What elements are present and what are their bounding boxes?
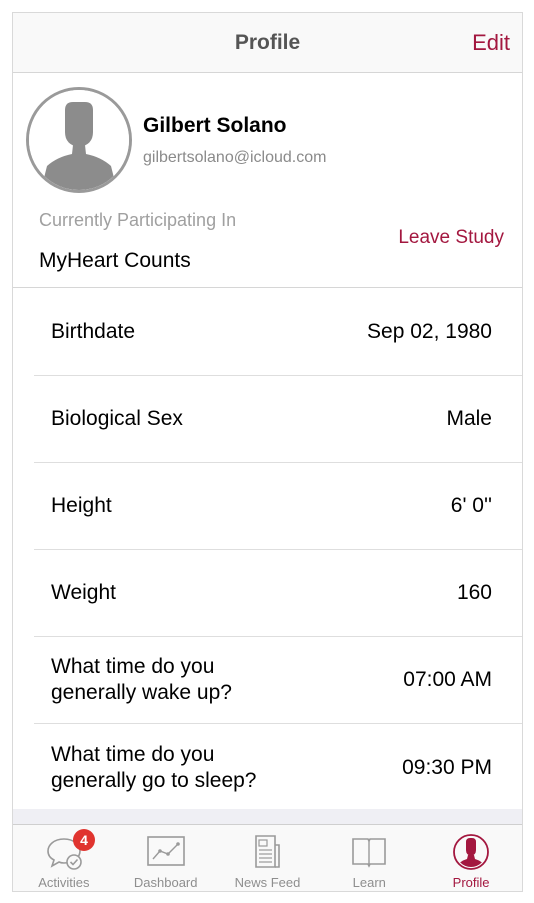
leave-study-button[interactable]: Leave Study [398,227,504,249]
tab-news-feed[interactable]: News Feed [217,825,319,891]
profile-details-list: Birthdate Sep 02, 1980 Biological Sex Ma… [13,289,522,811]
row-value: Sep 02, 1980 [367,320,492,343]
row-weight[interactable]: Weight 160 [34,550,522,637]
learn-icon [349,833,389,871]
row-sleep-time[interactable]: What time do you generally go to sleep? … [34,724,522,811]
avatar[interactable] [26,87,132,193]
row-label: Height [51,494,112,517]
study-name: MyHeart Counts [39,249,191,272]
row-height[interactable]: Height 6' 0'' [34,463,522,550]
tab-label: Dashboard [133,875,198,890]
tab-label: Activities [38,875,90,890]
row-birthdate[interactable]: Birthdate Sep 02, 1980 [34,289,522,376]
row-label-line: What time do you [51,655,215,678]
user-name: Gilbert Solano [143,114,287,137]
tab-label: Learn [352,875,386,890]
row-value: 160 [456,581,492,604]
tab-bar: 4 Activities Dashboard News Feed Learn P… [13,824,522,891]
tab-learn[interactable]: Learn [318,825,420,891]
tab-profile[interactable]: Profile [420,825,522,891]
row-value: 07:00 AM [403,668,492,691]
page-title: Profile [234,31,301,54]
section-divider [13,809,522,825]
person-silhouette-icon [29,90,129,190]
tab-label: Profile [452,875,490,890]
nav-bar: Profile Edit [13,13,522,73]
row-wake-time[interactable]: What time do you generally wake up? 07:0… [34,637,522,724]
participating-label: Currently Participating In [39,210,237,230]
row-label-line: generally go to sleep? [51,768,257,792]
user-email: gilbertsolano@icloud.com [143,149,327,166]
row-label-line: What time do you [51,742,215,766]
tab-activities[interactable]: 4 Activities [13,825,115,891]
row-label: Birthdate [51,320,136,343]
row-label: Weight [51,581,116,604]
profile-icon [451,833,491,871]
app-frame: Profile Edit Gilbert Solano gilbertsolan… [12,12,523,892]
row-label: What time do you generally go to sleep? [51,742,256,794]
dashboard-icon [146,833,186,871]
profile-header: Gilbert Solano gilbertsolano@icloud.com … [13,74,522,288]
row-biological-sex[interactable]: Biological Sex Male [34,376,522,463]
row-label: Biological Sex [51,407,183,430]
row-value: 09:30 PM [402,755,492,779]
tab-dashboard[interactable]: Dashboard [115,825,217,891]
activities-badge: 4 [73,829,95,851]
row-value: 6' 0'' [450,494,492,517]
row-label: What time do you generally wake up? [51,654,232,706]
row-label-line: generally wake up? [51,681,232,704]
edit-button[interactable]: Edit [472,30,510,56]
row-value: Male [446,407,492,430]
tab-label: News Feed [234,875,301,890]
news-feed-icon [247,833,287,871]
